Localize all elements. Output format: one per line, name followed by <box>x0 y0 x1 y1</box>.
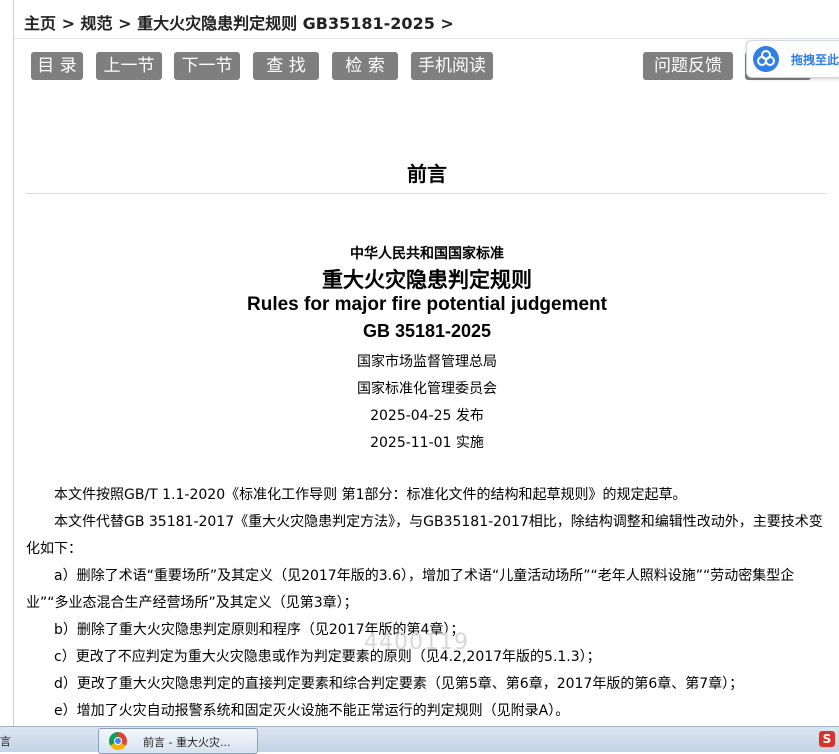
section-divider <box>26 193 826 194</box>
standard-code: GB 35181-2025 <box>362 321 492 341</box>
list-item-e: e）增加了火灾自动报警系统和固定灭火设施不能正常运行的判定规则（见附录A）。 <box>54 703 570 719</box>
watermark: 4400119 <box>364 630 469 655</box>
sogou-icon[interactable]: S <box>819 731 835 747</box>
breadcrumb-divider <box>14 38 839 39</box>
list-item-a: a）删除了术语“重要场所”及其定义（见2017年版的3.6），增加了术语“儿童活… <box>26 568 795 611</box>
section-title: 前言 <box>407 162 447 186</box>
left-window-edge <box>0 0 14 726</box>
breadcrumb[interactable]: 主页 > 规范 > 重大火灾隐患判定规则 GB35181-2025 > <box>24 10 454 34</box>
publish-date: 2025-04-25 发布 <box>370 408 484 424</box>
taskbar-left-label: 言 <box>0 735 11 748</box>
title-en: Rules for major fire potential judgement <box>247 294 607 315</box>
list-item-d: d）更改了重大火灾隐患判定的直接判定要素和综合判定要素（见第5章、第6章，201… <box>54 676 744 692</box>
cloud-icon <box>753 46 779 72</box>
taskbar-browser-item[interactable]: 前言 - 重大火灾... <box>98 728 258 754</box>
document-page: 主页 > 规范 > 重大火灾隐患判定规则 GB35181-2025 > 目 录 … <box>13 0 839 726</box>
drag-drop-label: 拖拽至此 <box>791 53 839 67</box>
find-button[interactable]: 查 找 <box>253 52 319 80</box>
search-button[interactable]: 检 索 <box>332 52 398 80</box>
chrome-icon <box>109 732 127 750</box>
issuer-2: 国家标准化管理委员会 <box>357 381 497 397</box>
paragraph-1: 本文件按照GB/T 1.1-2020《标准化工作导则 第1部分：标准化文件的结构… <box>54 487 687 503</box>
taskbar-item-label: 前言 - 重大火灾... <box>143 736 231 749</box>
title-cn: 重大火灾隐患判定规则 <box>322 268 532 292</box>
implement-date: 2025-11-01 实施 <box>370 435 484 451</box>
feedback-button[interactable]: 问题反馈 <box>643 52 733 80</box>
catalog-button[interactable]: 目 录 <box>31 52 83 80</box>
drag-drop-tool[interactable]: 拖拽至此 <box>746 40 839 78</box>
issuer-1: 国家市场监督管理总局 <box>357 354 497 370</box>
mobile-read-button[interactable]: 手机阅读 <box>411 52 493 80</box>
standard-type: 中华人民共和国国家标准 <box>350 246 504 262</box>
taskbar-left-item[interactable]: 言 <box>0 729 90 751</box>
next-section-button[interactable]: 下一节 <box>174 52 240 80</box>
taskbar: 言 前言 - 重大火灾... S <box>0 726 839 754</box>
paragraph-2: 本文件代替GB 35181-2017《重大火灾隐患判定方法》，与GB35181-… <box>26 514 823 557</box>
prev-section-button[interactable]: 上一节 <box>96 52 162 80</box>
